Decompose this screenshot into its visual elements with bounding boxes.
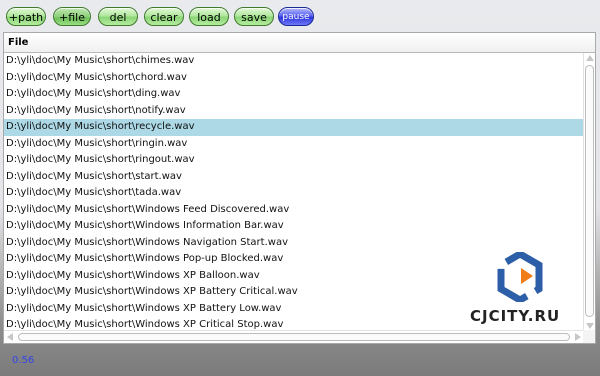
- load-button[interactable]: load: [189, 7, 229, 26]
- file-row[interactable]: D:\yli\doc\My Music\short\notify.wav: [4, 103, 584, 120]
- file-row[interactable]: D:\yli\doc\My Music\short\chimes.wav: [4, 53, 584, 70]
- scroll-left-arrow-icon[interactable]: [7, 333, 13, 341]
- file-row[interactable]: D:\yli\doc\My Music\short\chord.wav: [4, 70, 584, 87]
- clear-button[interactable]: clear: [144, 7, 184, 26]
- horizontal-scroll-thumb[interactable]: [18, 333, 570, 341]
- vertical-scroll-thumb[interactable]: [585, 65, 594, 317]
- horizontal-scrollbar[interactable]: [4, 330, 584, 343]
- add-path-button[interactable]: +path: [6, 7, 46, 26]
- file-row[interactable]: D:\yli\doc\My Music\short\Windows Naviga…: [4, 235, 584, 252]
- scroll-up-arrow-icon[interactable]: [586, 55, 594, 61]
- file-row[interactable]: D:\yli\doc\My Music\short\start.wav: [4, 169, 584, 186]
- watermark-logo-icon: [497, 252, 543, 302]
- save-button[interactable]: save: [234, 7, 274, 26]
- column-header-file[interactable]: File: [4, 33, 595, 53]
- file-row[interactable]: D:\yli\doc\My Music\short\recycle.wav: [4, 119, 584, 136]
- file-row[interactable]: D:\yli\doc\My Music\short\ringin.wav: [4, 136, 584, 153]
- file-row[interactable]: D:\yli\doc\My Music\short\tada.wav: [4, 185, 584, 202]
- file-row[interactable]: D:\yli\doc\My Music\short\ringout.wav: [4, 152, 584, 169]
- vertical-scrollbar[interactable]: [583, 53, 595, 331]
- file-row[interactable]: D:\yli\doc\My Music\short\ding.wav: [4, 86, 584, 103]
- add-file-button[interactable]: +file: [53, 7, 91, 26]
- file-row[interactable]: D:\yli\doc\My Music\short\Windows Inform…: [4, 218, 584, 235]
- delete-button[interactable]: del: [98, 7, 138, 26]
- file-row[interactable]: D:\yli\doc\My Music\short\Windows Feed D…: [4, 202, 584, 219]
- watermark-text: CJCITY.RU: [470, 307, 561, 325]
- pause-button[interactable]: pause: [278, 7, 314, 26]
- scroll-right-arrow-icon[interactable]: [575, 333, 581, 341]
- status-value: 0.56: [12, 355, 35, 366]
- scroll-down-arrow-icon[interactable]: [586, 323, 594, 329]
- scrollbar-corner: [583, 330, 595, 343]
